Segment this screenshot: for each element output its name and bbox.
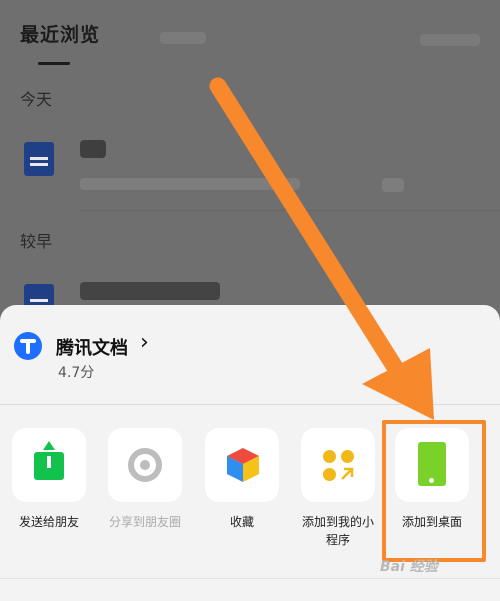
action-tile[interactable] xyxy=(205,428,279,502)
app-rating: 4.7分 xyxy=(58,365,95,381)
tab-blurred xyxy=(160,32,206,44)
mini-program-icon xyxy=(341,467,354,480)
sheet-bottom-divider xyxy=(0,578,500,579)
chevron-right-icon[interactable]: › xyxy=(140,330,149,355)
section-earlier-label: 较早 xyxy=(20,232,53,251)
doc-meta-blurred xyxy=(80,178,300,190)
action-label: 分享到朋友圈 xyxy=(108,515,181,529)
share-arrow-icon xyxy=(47,456,51,468)
add-to-my-mini-programs-button[interactable]: 添加到我的小程序 xyxy=(299,428,377,549)
top-tabs: 最近浏览 xyxy=(0,10,500,65)
action-label: 收藏 xyxy=(229,515,254,529)
document-icon xyxy=(24,142,54,176)
share-to-moments-button[interactable]: 分享到朋友圈 xyxy=(106,428,184,531)
doc-title-blurred xyxy=(80,282,220,300)
app-title[interactable]: 腾讯文档 xyxy=(56,334,128,360)
mini-program-icon xyxy=(341,450,354,463)
cube-icon xyxy=(227,448,259,482)
doc-more-blurred xyxy=(382,178,404,192)
tencent-docs-logo-icon xyxy=(14,332,42,360)
header-action-blurred xyxy=(420,34,480,46)
aperture-icon xyxy=(128,448,162,482)
action-tile[interactable] xyxy=(108,428,182,502)
mini-program-icon xyxy=(323,450,336,463)
highlight-box xyxy=(382,420,486,562)
list-divider xyxy=(80,210,500,211)
action-label: 发送给朋友 xyxy=(18,515,79,529)
watermark: Bai 经验 xyxy=(380,559,438,575)
doc-title-blurred xyxy=(80,140,106,158)
action-tile[interactable] xyxy=(301,428,375,502)
send-to-friend-button[interactable]: 发送给朋友 xyxy=(10,428,88,531)
favorite-button[interactable]: 收藏 xyxy=(203,428,281,531)
sheet-divider xyxy=(0,404,500,405)
action-tile[interactable] xyxy=(12,428,86,502)
tab-underline xyxy=(38,62,70,65)
section-today-label: 今天 xyxy=(20,90,53,109)
tab-recent[interactable]: 最近浏览 xyxy=(20,20,100,47)
share-icon xyxy=(43,441,55,450)
mini-program-icon xyxy=(323,468,336,481)
action-label: 添加到我的小程序 xyxy=(301,515,374,547)
